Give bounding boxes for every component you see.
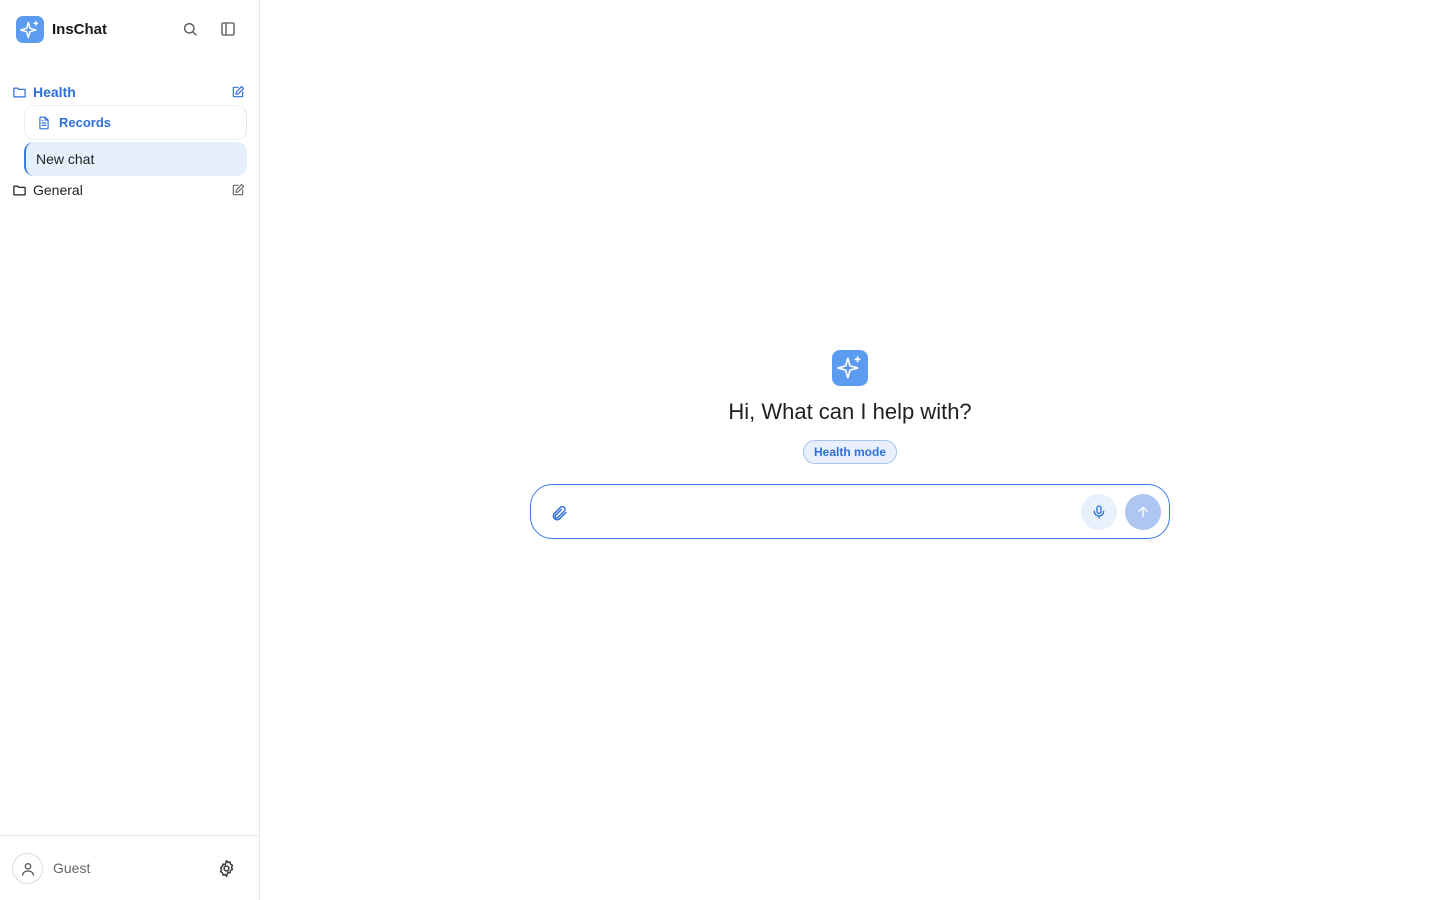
search-button[interactable] xyxy=(178,17,202,41)
main-panel: Hi, What can I help with? Health mode xyxy=(260,0,1440,900)
folder-icon xyxy=(13,185,26,195)
folder-label: Health xyxy=(33,84,76,100)
sparkle-icon xyxy=(837,356,861,379)
app-name: InsChat xyxy=(52,21,108,38)
folder-item-label: Records xyxy=(59,115,112,130)
mode-badge[interactable]: Health mode xyxy=(803,440,897,464)
chat-item-label: New chat xyxy=(36,151,95,167)
arrow-up-icon xyxy=(1138,506,1148,518)
hero-logo xyxy=(832,350,868,386)
new-chat-in-folder-button[interactable] xyxy=(230,182,246,198)
message-composer xyxy=(530,484,1170,539)
new-chat-in-folder-button[interactable] xyxy=(230,84,246,100)
folder-item-records[interactable]: Records xyxy=(24,105,247,140)
avatar[interactable] xyxy=(12,853,43,884)
sparkle-icon xyxy=(20,20,39,38)
edit-icon xyxy=(232,183,245,196)
send-button[interactable] xyxy=(1125,494,1161,530)
mic-icon xyxy=(1093,505,1105,519)
folder-general[interactable]: General xyxy=(12,179,248,201)
greeting-heading: Hi, What can I help with? xyxy=(728,399,972,424)
paperclip-icon xyxy=(552,505,567,521)
document-icon xyxy=(39,116,49,129)
attach-button[interactable] xyxy=(547,501,571,525)
sidebar-footer: Guest xyxy=(0,835,259,900)
brand[interactable]: InsChat xyxy=(16,16,107,43)
gear-icon xyxy=(219,859,233,877)
toggle-sidebar-button[interactable] xyxy=(216,17,240,41)
chat-item-new-chat[interactable]: New chat xyxy=(24,142,247,176)
search-icon xyxy=(184,23,197,36)
folder-label: General xyxy=(33,182,83,198)
message-input[interactable] xyxy=(577,495,1077,528)
app-logo xyxy=(16,16,44,43)
folder-health[interactable]: Health xyxy=(12,81,248,103)
app-root: InsChat Health Records New chat General … xyxy=(0,0,1440,900)
sidebar: InsChat Health Records New chat General … xyxy=(0,0,260,900)
sidebar-toggle-icon xyxy=(221,22,235,36)
settings-button[interactable] xyxy=(214,856,238,880)
edit-icon xyxy=(232,85,245,98)
user-name: Guest xyxy=(53,860,91,876)
voice-input-button[interactable] xyxy=(1081,494,1117,530)
user-icon xyxy=(21,862,34,876)
folder-icon xyxy=(13,87,26,97)
